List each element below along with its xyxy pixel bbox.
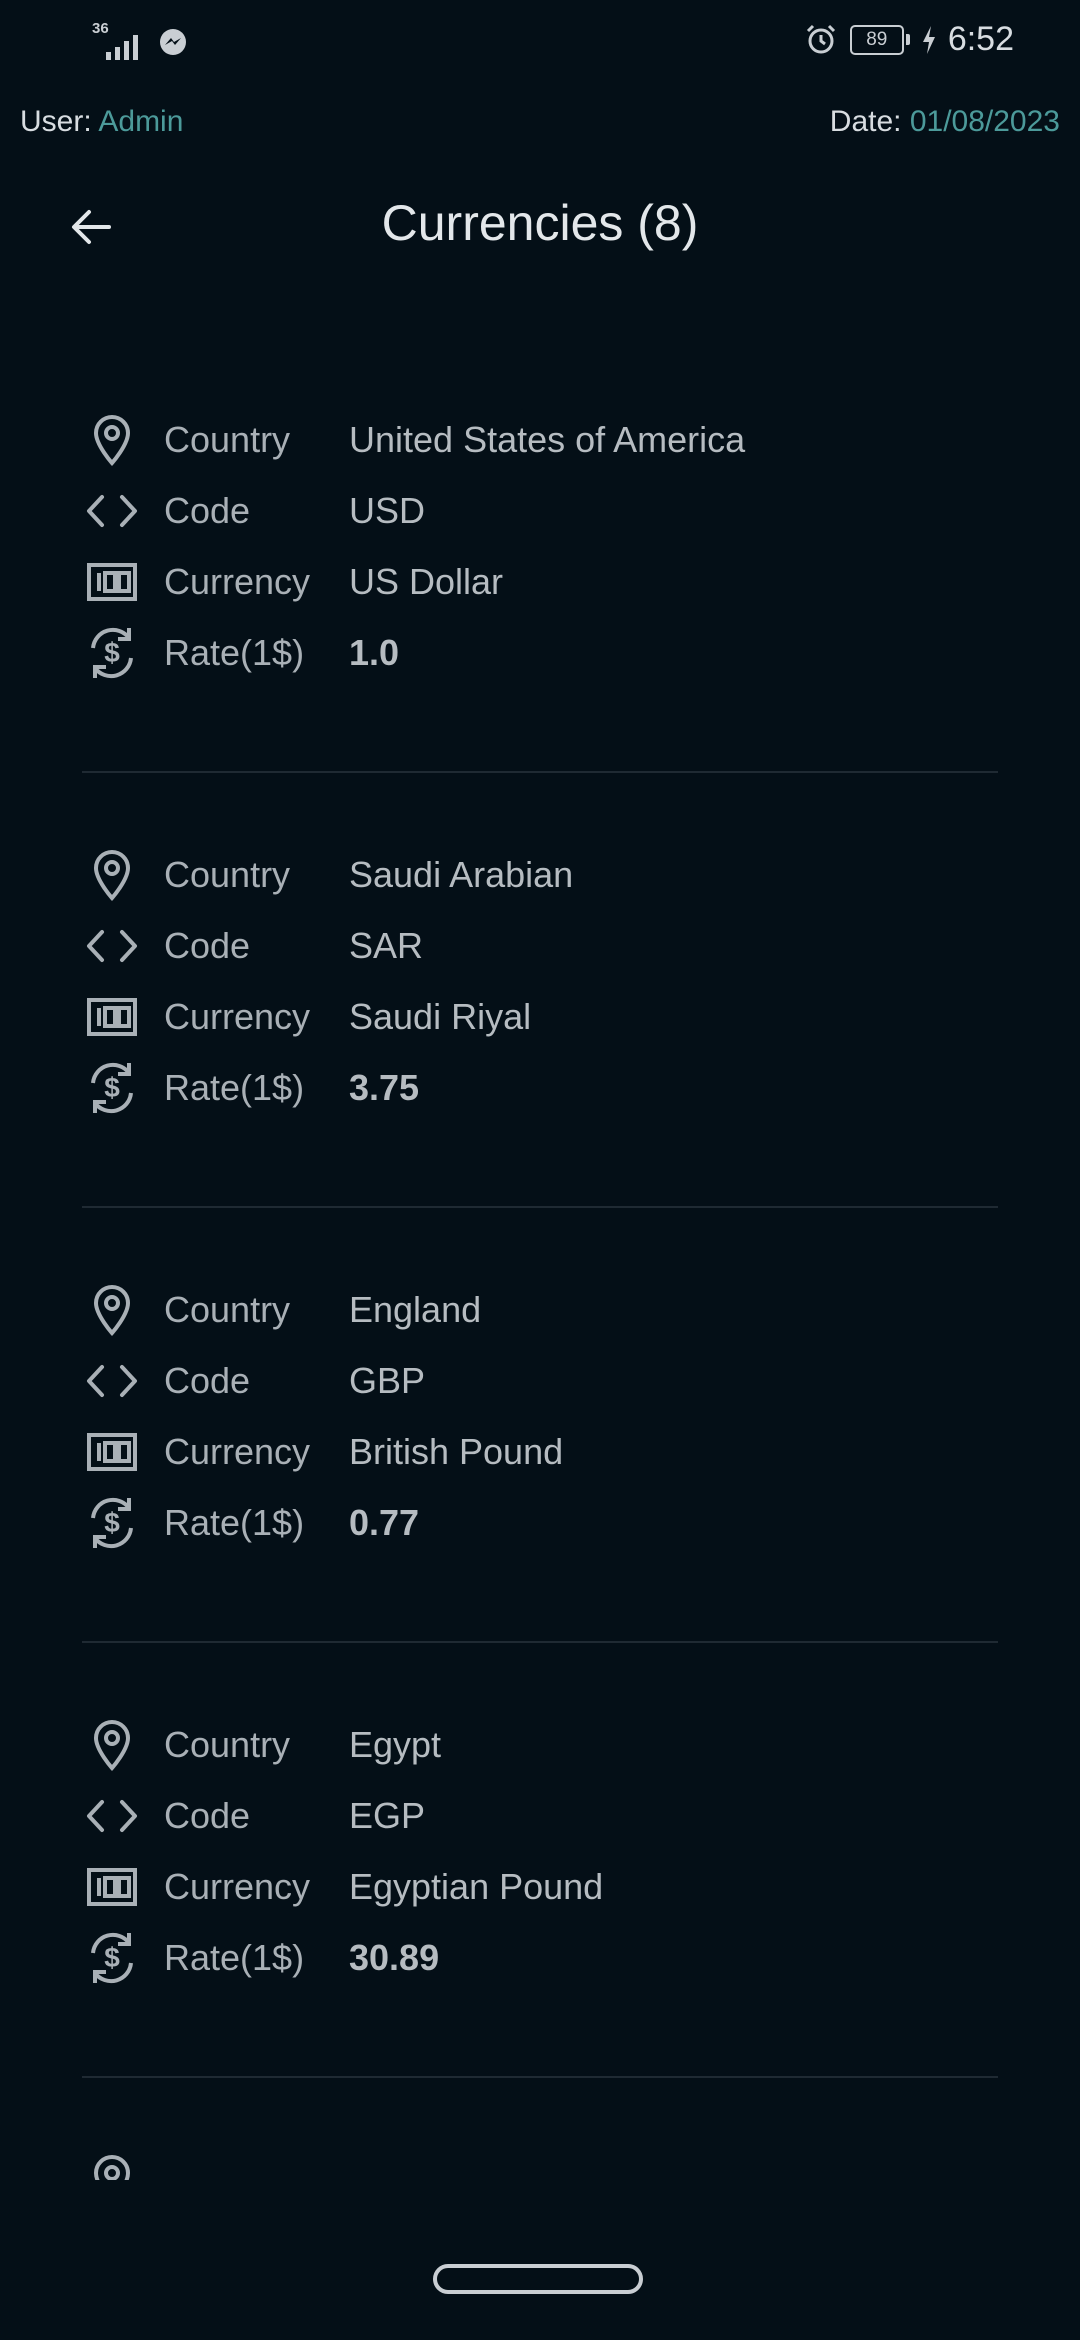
currency-value: Egyptian Pound — [349, 1866, 604, 1907]
page-header: Currencies (8) — [0, 180, 1080, 270]
country-label: Country — [164, 419, 291, 460]
currency-row: Currency British Pound — [82, 1422, 1002, 1482]
divider — [82, 771, 998, 773]
currency-value: US Dollar — [349, 561, 504, 602]
rate-value: 1.0 — [349, 632, 400, 673]
currency-card-partial[interactable] — [0, 2150, 1080, 2180]
svg-text:$: $ — [104, 1507, 120, 1538]
banknote-icon — [82, 1422, 142, 1482]
code-label: Code — [164, 1360, 251, 1401]
rate-value: 0.77 — [349, 1502, 420, 1543]
country-value: Saudi Arabian — [349, 854, 574, 895]
alarm-icon — [806, 24, 835, 53]
country-row — [82, 2150, 1002, 2180]
svg-text:$: $ — [104, 637, 120, 668]
currency-row: Currency Saudi Riyal — [82, 987, 1002, 1047]
info-row: User: Admin Date: 01/08/2023 — [0, 105, 1080, 151]
country-label: Country — [164, 1724, 291, 1765]
charging-icon — [922, 25, 935, 54]
currency-card[interactable]: Country England Code GBP Currency Britis… — [0, 1280, 1080, 1715]
currency-value: British Pound — [349, 1431, 564, 1472]
code-value: GBP — [349, 1360, 426, 1401]
country-label: Country — [164, 1289, 291, 1330]
svg-text:$: $ — [104, 1942, 120, 1973]
user-label: User: — [20, 105, 92, 138]
country-value: United States of America — [349, 419, 746, 460]
location-pin-icon — [82, 1715, 142, 1775]
location-pin-icon — [82, 845, 142, 905]
currency-card[interactable]: Country Saudi Arabian Code SAR Currency … — [0, 845, 1080, 1280]
banknote-icon — [82, 987, 142, 1047]
country-row: Country United States of America — [82, 410, 1002, 470]
code-row: Code EGP — [82, 1786, 1002, 1846]
code-row: Code SAR — [82, 916, 1002, 976]
divider — [82, 1206, 998, 1208]
location-pin-icon — [82, 410, 142, 470]
code-value: SAR — [349, 925, 424, 966]
banknote-icon — [82, 1857, 142, 1917]
code-label: Code — [164, 490, 251, 531]
currency-exchange-icon: $ — [82, 623, 142, 683]
status-bar: 36 89 6:52 — [0, 0, 1080, 86]
currency-exchange-icon: $ — [82, 1928, 142, 1988]
currency-exchange-icon: $ — [82, 1058, 142, 1118]
battery-icon: 89 — [849, 24, 910, 55]
country-row: Country Saudi Arabian — [82, 845, 1002, 905]
location-pin-icon — [82, 1280, 142, 1340]
country-row: Country Egypt — [82, 1715, 1002, 1775]
status-time: 6:52 — [947, 20, 1014, 58]
currency-value: Saudi Riyal — [349, 996, 532, 1037]
country-value: Egypt — [349, 1724, 442, 1765]
currency-label: Currency — [164, 996, 311, 1037]
rate-row: $ Rate(1$) 3.75 — [82, 1058, 1002, 1118]
code-label: Code — [164, 1795, 251, 1836]
country-value: England — [349, 1289, 482, 1330]
currency-label: Currency — [164, 561, 311, 602]
page-title: Currencies (8) — [381, 195, 699, 251]
code-icon — [82, 481, 142, 541]
currency-row: Currency US Dollar — [82, 552, 1002, 612]
country-row: Country England — [82, 1280, 1002, 1340]
date-label: Date: — [829, 105, 902, 138]
code-value: EGP — [349, 1795, 426, 1836]
rate-value: 3.75 — [349, 1067, 420, 1108]
rate-row: $ Rate(1$) 0.77 — [82, 1493, 1002, 1553]
home-indicator[interactable] — [433, 2264, 643, 2294]
signal-icon: 36 — [92, 20, 146, 62]
date-value: 01/08/2023 — [909, 105, 1060, 138]
currency-card[interactable]: Country Egypt Code EGP Currency Egyptian… — [0, 1715, 1080, 2150]
currency-exchange-icon: $ — [82, 1493, 142, 1553]
code-icon — [82, 916, 142, 976]
code-row: Code GBP — [82, 1351, 1002, 1411]
code-icon — [82, 1351, 142, 1411]
divider — [82, 1641, 998, 1643]
rate-label: Rate(1$) — [164, 1937, 305, 1978]
user-info: User: Admin — [20, 105, 183, 139]
currency-label: Currency — [164, 1866, 311, 1907]
rate-label: Rate(1$) — [164, 1502, 305, 1543]
banknote-icon — [82, 552, 142, 612]
user-value: Admin — [98, 105, 184, 138]
messenger-icon — [160, 29, 186, 55]
rate-value: 30.89 — [349, 1937, 440, 1978]
rate-label: Rate(1$) — [164, 632, 305, 673]
svg-text:$: $ — [104, 1072, 120, 1103]
date-info: Date: 01/08/2023 — [830, 105, 1060, 139]
code-row: Code USD — [82, 481, 1002, 541]
divider — [82, 2076, 998, 2078]
currency-row: Currency Egyptian Pound — [82, 1857, 1002, 1917]
code-label: Code — [164, 925, 251, 966]
rate-label: Rate(1$) — [164, 1067, 305, 1108]
rate-row: $ Rate(1$) 1.0 — [82, 623, 1002, 683]
location-pin-icon — [82, 2150, 142, 2180]
code-icon — [82, 1786, 142, 1846]
country-label: Country — [164, 854, 291, 895]
currency-list: Country United States of America Code US… — [0, 410, 1080, 2180]
currency-label: Currency — [164, 1431, 311, 1472]
currency-card[interactable]: Country United States of America Code US… — [0, 410, 1080, 845]
code-value: USD — [349, 490, 426, 531]
rate-row: $ Rate(1$) 30.89 — [82, 1928, 1002, 1988]
